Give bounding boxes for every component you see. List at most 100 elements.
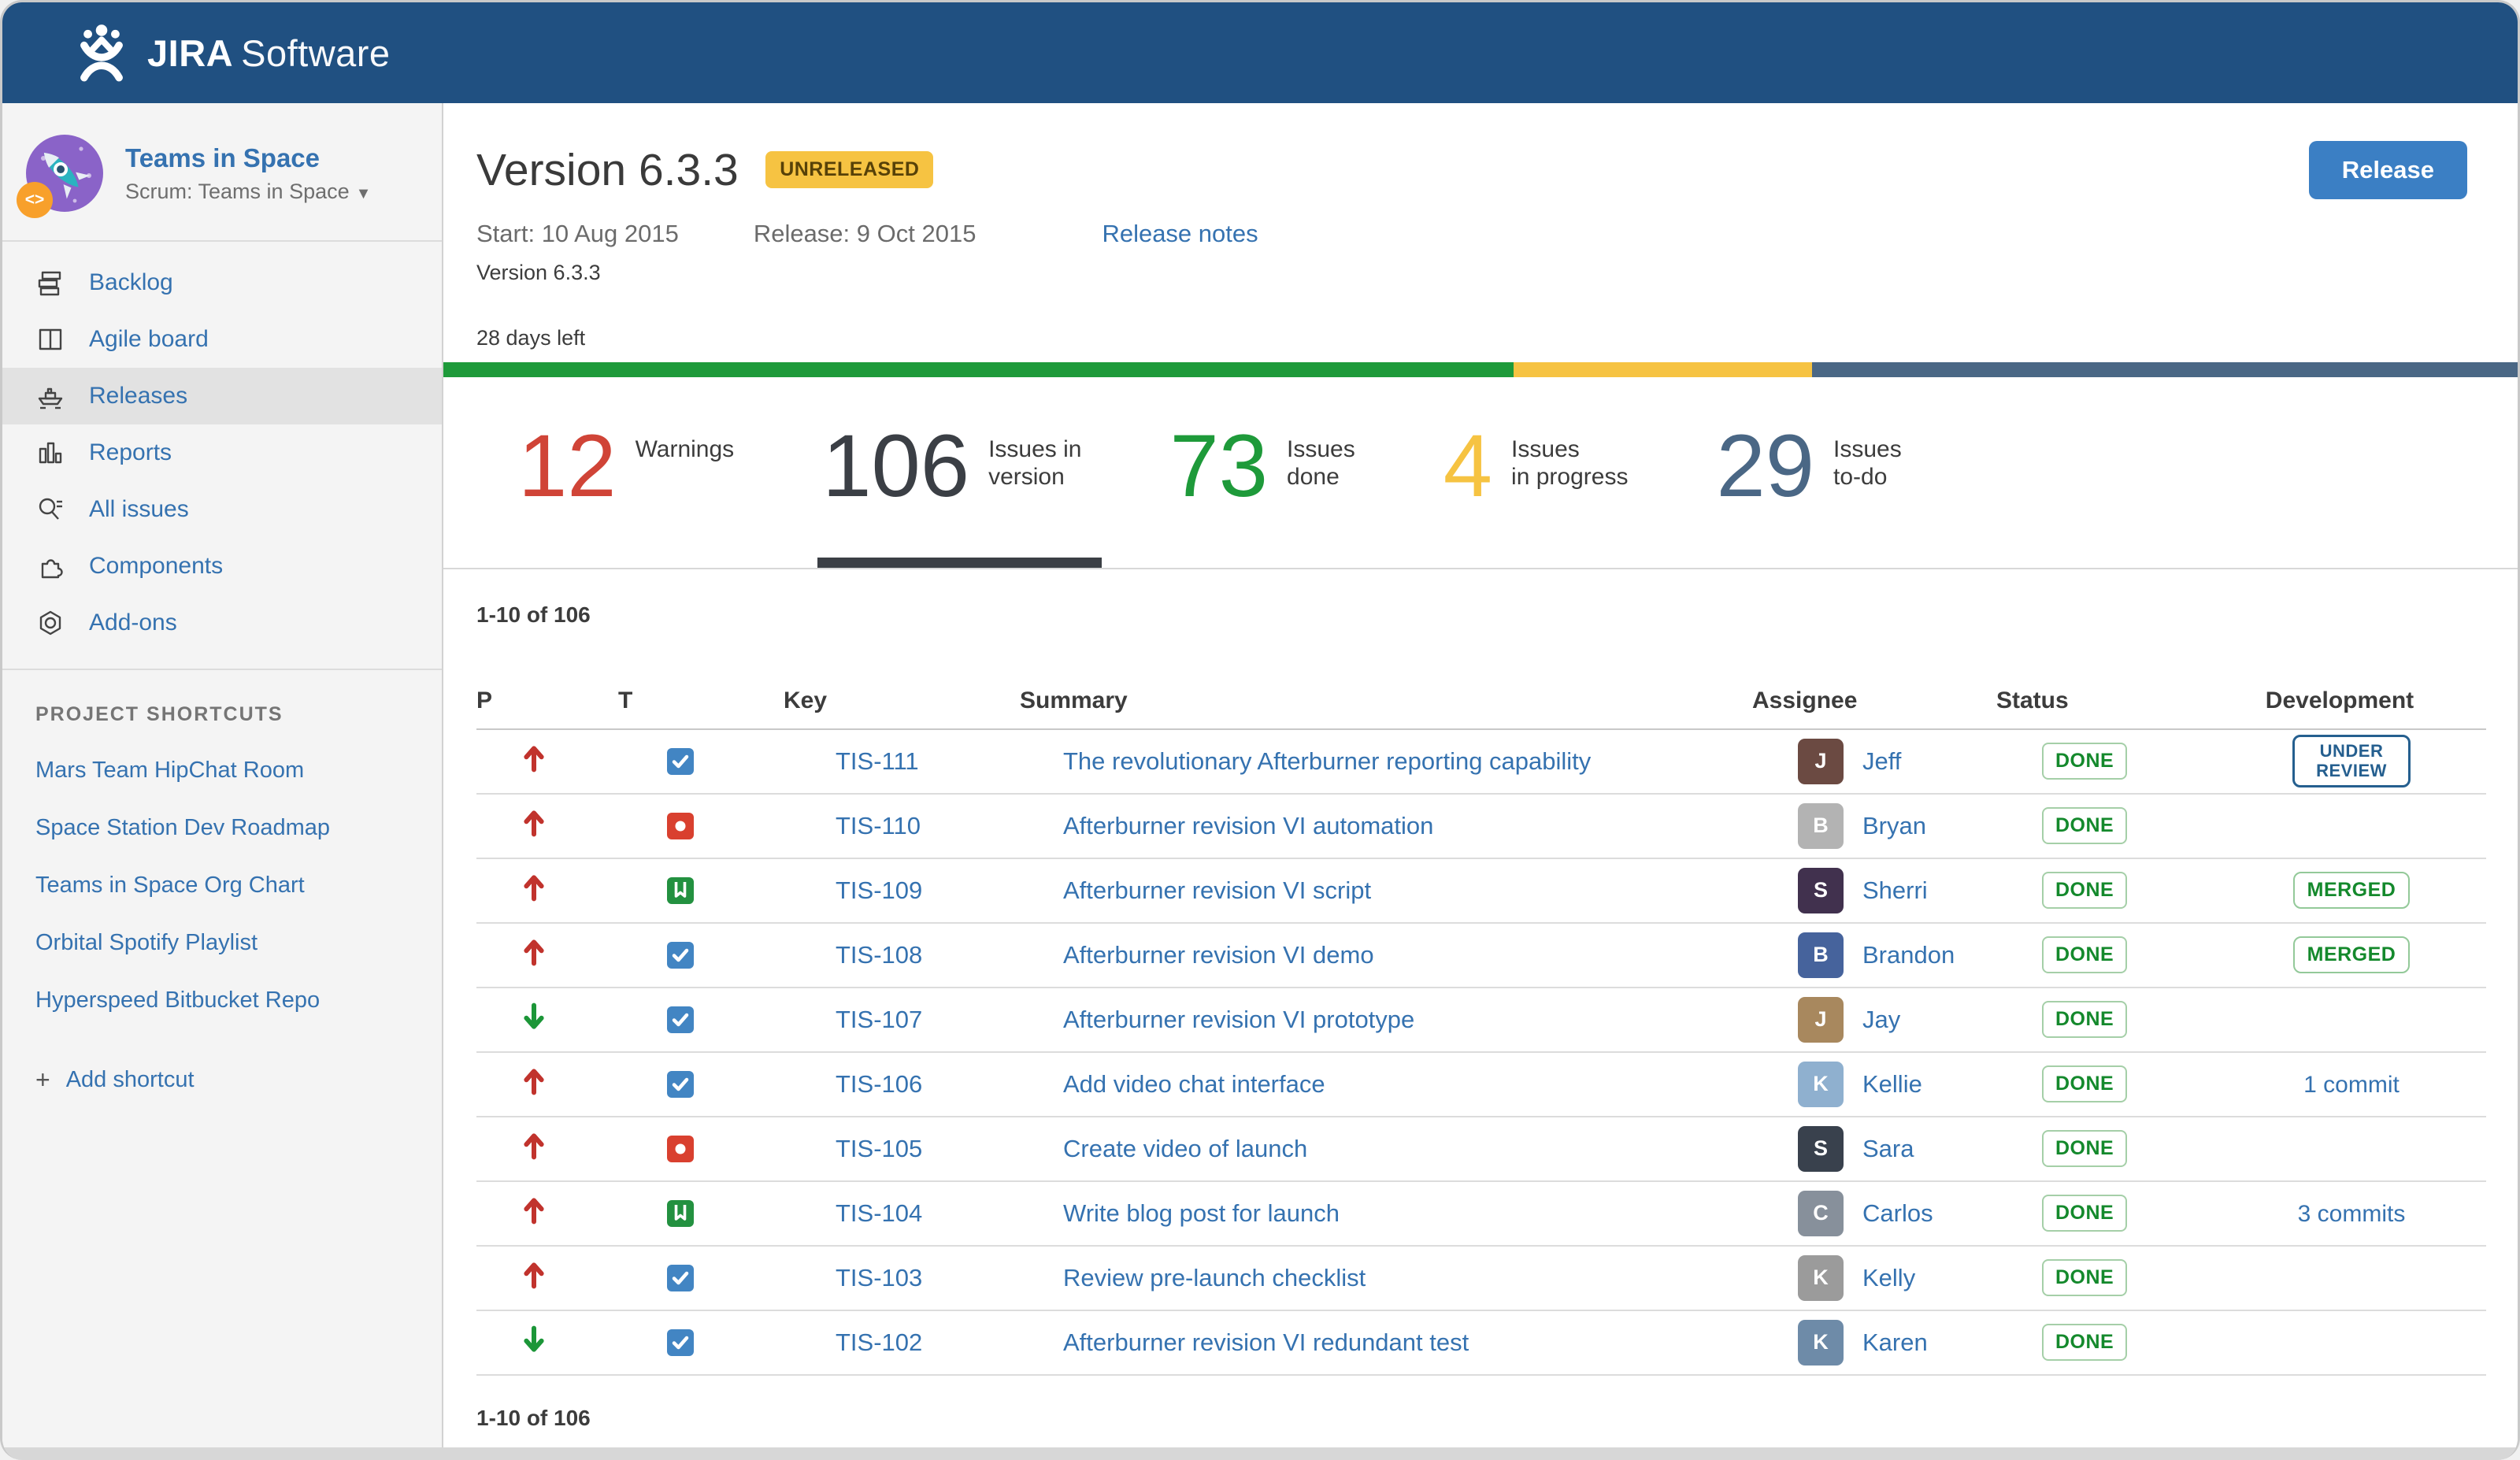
window-bottom-edge [2,1447,2518,1460]
release-notes-link[interactable]: Release notes [1102,220,1258,248]
issue-key-link[interactable]: TIS-103 [836,1264,922,1291]
issue-key-link[interactable]: TIS-111 [836,747,919,775]
key-cell: TIS-103 [784,1245,1020,1311]
assignee-link[interactable]: Brandon [1862,941,1955,969]
project-header[interactable]: <> Teams in Space Scrum: Teams in Space ▼ [2,103,442,242]
release-button[interactable]: Release [2308,141,2467,199]
issue-key-link[interactable]: TIS-107 [836,1006,922,1033]
col-header-assignee[interactable]: Assignee [1752,649,1996,730]
assignee-cell: B Bryan [1752,793,1996,859]
issue-row-tis-106: TIS-106 Add video chat interface K Kellie DO… [476,1051,2486,1117]
col-header-summary[interactable]: Summary [1020,649,1752,730]
sidebar-item-all-issues[interactable]: All issues [2,481,442,538]
stat-tab-issues-in-version[interactable]: 106 Issues in version [817,417,1102,568]
issue-summary-link[interactable]: Afterburner revision VI automation [1063,812,1433,839]
assignee-link[interactable]: Kelly [1862,1264,1915,1292]
app-logo-text[interactable]: JIRA Software [147,31,391,75]
assignee-link[interactable]: Sara [1862,1135,1914,1163]
issue-summary-link[interactable]: Afterburner revision VI prototype [1063,1006,1414,1033]
sidebar-item-components[interactable]: Components [2,538,442,595]
version-description: Version 6.3.3 [476,261,601,284]
col-header-status[interactable]: Status [1996,649,2217,730]
dev-status-badge: UNDER REVIEW [2292,735,2411,788]
issue-key-link[interactable]: TIS-110 [836,812,921,839]
status-badge: UNRELEASED [765,151,934,188]
bug-icon [667,812,694,839]
development-cell [2217,987,2486,1053]
commits-link[interactable]: 1 commit [2303,1072,2400,1098]
col-header-type[interactable]: T [618,649,784,730]
sidebar-item-backlog[interactable]: Backlog [2,254,442,311]
issue-summary-link[interactable]: Afterburner revision VI script [1063,876,1371,904]
project-name[interactable]: Teams in Space [125,143,371,173]
agile-board-icon [35,324,65,354]
logo-brand: JIRA [147,31,234,74]
progress-segment-to-do [1812,362,2518,377]
issue-summary-link[interactable]: The revolutionary Afterburner reporting … [1063,747,1591,775]
summary-cell: Afterburner revision VI script [1020,858,1752,924]
col-header-priority[interactable]: P [476,649,618,730]
sidebar-item-releases[interactable]: Releases [2,368,442,424]
issue-row-tis-109: TIS-109 Afterburner revision VI script S Sh… [476,858,2486,924]
priority-up-icon [524,810,544,837]
shortcut-link[interactable]: Orbital Spotify Playlist [35,930,418,956]
jira-logo-icon[interactable] [72,23,132,83]
issue-key-link[interactable]: TIS-104 [836,1199,922,1227]
assignee-link[interactable]: Jay [1862,1006,1900,1034]
issue-key-link[interactable]: TIS-109 [836,876,922,904]
key-cell: TIS-107 [784,987,1020,1053]
issue-summary-link[interactable]: Create video of launch [1063,1135,1307,1162]
shortcut-link[interactable]: Hyperspeed Bitbucket Repo [35,988,418,1013]
task-icon [667,941,694,969]
assignee-link[interactable]: Jeff [1862,747,1901,776]
days-left-label: 28 days left [476,326,586,350]
stat-tab-warnings[interactable]: 12 Warnings [518,422,734,568]
status-cell: DONE [1996,1180,2217,1247]
release-header: Version 6.3.3 UNRELEASED Release Start: … [443,103,2518,285]
stat-value: 106 [822,417,970,515]
task-icon [667,1070,694,1098]
issue-summary-link[interactable]: Afterburner revision VI demo [1063,941,1374,969]
sidebar-item-agile-board[interactable]: Agile board [2,311,442,368]
issue-row-tis-103: TIS-103 Review pre-launch checklist K Kelly… [476,1245,2486,1311]
assignee-link[interactable]: Bryan [1862,812,1926,840]
status-cell: DONE [1996,728,2217,795]
stat-label: Issues done [1287,436,1355,491]
issue-row-tis-111: TIS-111 The revolutionary Afterburner rep… [476,728,2486,795]
app-window: JIRA Software <> Teams in Space Scrum: T… [0,0,2520,1460]
col-header-development[interactable]: Development [2217,649,2486,730]
main-content: Version 6.3.3 UNRELEASED Release Start: … [443,103,2518,1450]
assignee-link[interactable]: Karen [1862,1328,1928,1357]
shortcuts-list: Mars Team HipChat Room Space Station Dev … [35,758,418,1013]
sidebar-item-add-ons[interactable]: Add-ons [2,595,442,651]
stat-label: Issues to-do [1833,436,1902,491]
stat-tab-issues-done[interactable]: 73 Issues done [1169,422,1355,568]
issue-key-link[interactable]: TIS-108 [836,941,922,969]
sidebar-item-reports[interactable]: Reports [2,424,442,481]
key-cell: TIS-105 [784,1116,1020,1182]
shortcut-link[interactable]: Teams in Space Org Chart [35,873,418,899]
shortcut-link[interactable]: Mars Team HipChat Room [35,758,418,784]
assignee-link[interactable]: Sherri [1862,876,1928,905]
assignee-link[interactable]: Kellie [1862,1070,1922,1099]
col-header-key[interactable]: Key [784,649,1020,730]
issue-key-link[interactable]: TIS-102 [836,1328,922,1356]
issue-key-link[interactable]: TIS-105 [836,1135,922,1162]
commits-link[interactable]: 3 commits [2298,1201,2406,1227]
issue-key-link[interactable]: TIS-106 [836,1070,922,1098]
stat-tab-issues-to-do[interactable]: 29 Issues to-do [1716,422,1902,568]
assignee-link[interactable]: Carlos [1862,1199,1933,1228]
issue-summary-link[interactable]: Add video chat interface [1063,1070,1325,1098]
add-shortcut-label: Add shortcut [65,1067,195,1092]
sidebar-item-label: All issues [89,496,189,522]
issue-summary-link[interactable]: Afterburner revision VI redundant test [1063,1328,1469,1356]
results-count-bottom: 1-10 of 106 [476,1405,591,1430]
stat-tab-issues-in-progress[interactable]: 4 Issues in progress [1443,422,1629,568]
add-shortcut-button[interactable]: + Add shortcut [35,1065,418,1095]
shortcut-link[interactable]: Space Station Dev Roadmap [35,815,418,841]
status-done-badge: DONE [2042,1065,2128,1103]
project-board-selector[interactable]: Scrum: Teams in Space ▼ [125,180,371,204]
assignee-cell: B Brandon [1752,922,1996,988]
issue-summary-link[interactable]: Write blog post for launch [1063,1199,1340,1227]
issue-summary-link[interactable]: Review pre-launch checklist [1063,1264,1366,1291]
